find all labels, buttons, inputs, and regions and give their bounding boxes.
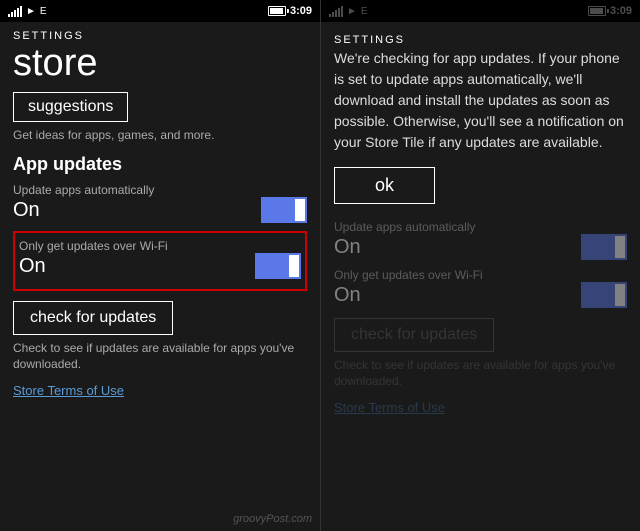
wifi-only-value-dimmed: On (334, 284, 361, 307)
page-title-left: store (13, 44, 307, 82)
status-right: 3:09 (268, 5, 312, 17)
suggestions-button[interactable]: suggestions (13, 92, 128, 122)
network-icon: E (40, 6, 47, 17)
wifi-only-row-dimmed: On (334, 282, 627, 308)
check-desc-right: Check to see if updates are available fo… (334, 358, 627, 389)
right-panel: ► E 3:09 SETTINGS We're checking for app… (320, 0, 640, 531)
wifi-only-label-dimmed: Only get updates over Wi-Fi (334, 268, 627, 282)
modal-settings-label: SETTINGS (334, 34, 627, 46)
wifi-only-section-dimmed: Only get updates over Wi-Fi On (334, 268, 627, 308)
wifi-only-value: On (19, 255, 46, 278)
toggle-track-wifi (255, 253, 301, 279)
update-auto-toggle[interactable] (261, 197, 307, 223)
settings-label-left: SETTINGS (13, 30, 307, 42)
wifi-icon: ► (26, 6, 36, 17)
signal-icon (8, 5, 22, 17)
status-left: ► E (8, 5, 47, 17)
modal-content: SETTINGS We're checking for app updates.… (321, 22, 640, 531)
toggle-track (261, 197, 307, 223)
ok-button[interactable]: ok (334, 167, 435, 204)
wifi-only-toggle-dimmed (581, 282, 627, 308)
time-left: 3:09 (290, 5, 312, 17)
toggle-track-wifi-dimmed (581, 282, 627, 308)
update-auto-label-dimmed: Update apps automatically (334, 220, 627, 234)
check-updates-button-left[interactable]: check for updates (13, 301, 173, 335)
suggestions-desc: Get ideas for apps, games, and more. (13, 128, 307, 142)
watermark-left: groovyPost.com (233, 513, 312, 525)
wifi-only-row: On (19, 253, 301, 279)
toggle-thumb-dimmed (615, 236, 625, 258)
update-auto-value: On (13, 199, 40, 222)
left-content: SETTINGS store suggestions Get ideas for… (0, 22, 320, 531)
update-auto-value-dimmed: On (334, 236, 361, 259)
check-updates-button-right: check for updates (334, 318, 494, 352)
modal-body: We're checking for app updates. If your … (334, 48, 627, 153)
modal-overlay: SETTINGS We're checking for app updates.… (321, 0, 640, 531)
update-auto-label: Update apps automatically (13, 183, 307, 197)
terms-link-left[interactable]: Store Terms of Use (13, 383, 124, 398)
toggle-thumb-wifi (289, 255, 299, 277)
wifi-only-highlight: Only get updates over Wi-Fi On (13, 231, 307, 291)
status-bar-left: ► E 3:09 (0, 0, 320, 22)
update-auto-row-dimmed: On (334, 234, 627, 260)
wifi-only-label: Only get updates over Wi-Fi (19, 239, 301, 253)
toggle-thumb (295, 199, 305, 221)
update-auto-section: Update apps automatically On (13, 183, 307, 223)
battery-icon (268, 6, 286, 16)
toggle-thumb-wifi-dimmed (615, 284, 625, 306)
toggle-track-dimmed (581, 234, 627, 260)
app-updates-title: App updates (13, 154, 307, 175)
check-desc-left: Check to see if updates are available fo… (13, 341, 307, 372)
update-auto-toggle-dimmed (581, 234, 627, 260)
dimmed-section: Update apps automatically On Only get up… (334, 220, 627, 417)
wifi-only-toggle[interactable] (255, 253, 301, 279)
terms-link-right: Store Terms of Use (334, 400, 445, 415)
update-auto-row: On (13, 197, 307, 223)
left-panel: ► E 3:09 SETTINGS store suggestions Get … (0, 0, 320, 531)
check-btn-dimmed-container: check for updates (334, 318, 627, 358)
